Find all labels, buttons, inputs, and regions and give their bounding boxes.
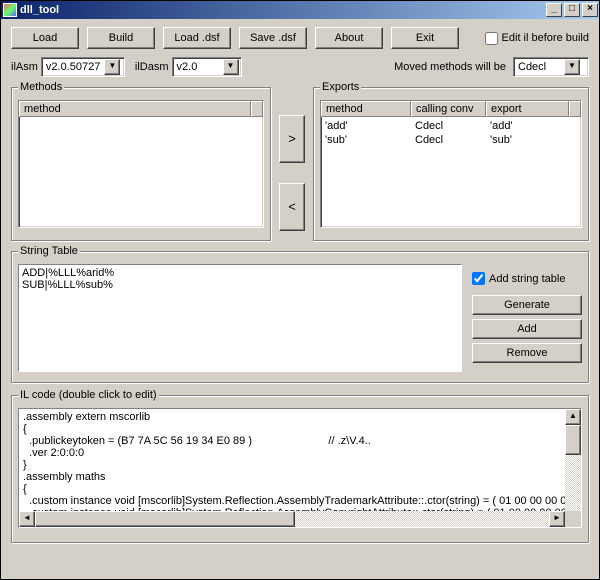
- add-string-table-checkbox[interactable]: Add string table: [472, 272, 582, 285]
- about-button[interactable]: About: [315, 27, 383, 49]
- save-dsf-button[interactable]: Save .dsf: [239, 27, 307, 49]
- moved-value: Cdecl: [514, 61, 564, 73]
- ildasm-combo[interactable]: v2.0 ▼: [172, 57, 242, 77]
- ilasm-value: v2.0.50727: [42, 61, 104, 73]
- methods-listview[interactable]: method: [18, 100, 264, 228]
- toolbar: Load Build Load .dsf Save .dsf About Exi…: [11, 27, 589, 49]
- il-code-group: IL code (double click to edit) .assembly…: [11, 395, 589, 543]
- app-icon: [3, 3, 17, 17]
- methods-col-method[interactable]: method: [19, 101, 251, 117]
- exports-col-cc[interactable]: calling conv: [411, 101, 486, 117]
- exports-body[interactable]: 'add' Cdecl 'add' 'sub' Cdecl 'sub': [321, 117, 581, 149]
- il-code-text[interactable]: .assembly extern mscorlib { .publickeyto…: [18, 408, 582, 528]
- string-table-group: String Table Add string table Generate A…: [11, 251, 589, 383]
- string-table-legend: String Table: [18, 245, 80, 257]
- scroll-thumb[interactable]: [35, 511, 295, 527]
- generate-button[interactable]: Generate: [472, 295, 582, 315]
- load-dsf-button[interactable]: Load .dsf: [163, 27, 231, 49]
- maximize-button[interactable]: □: [564, 3, 580, 17]
- vertical-scrollbar[interactable]: ▲ ▼: [565, 409, 581, 527]
- remove-button[interactable]: Remove: [472, 343, 582, 363]
- horizontal-scrollbar[interactable]: ◄ ►: [19, 511, 565, 527]
- moved-label: Moved methods will be: [394, 61, 506, 73]
- string-table-textarea[interactable]: [19, 265, 461, 371]
- methods-header: method: [19, 101, 263, 117]
- mid-area: Methods method > < Exports method: [11, 87, 589, 241]
- load-button[interactable]: Load: [11, 27, 79, 49]
- edit-il-checkbox[interactable]: Edit il before build: [485, 32, 589, 45]
- edit-il-checkbox-input[interactable]: [485, 32, 498, 45]
- edit-il-label: Edit il before build: [502, 32, 589, 44]
- scroll-up-icon[interactable]: ▲: [565, 409, 581, 425]
- exports-col-spare[interactable]: [569, 101, 581, 117]
- table-row[interactable]: 'add' Cdecl 'add': [325, 119, 577, 133]
- ilasm-combo[interactable]: v2.0.50727 ▼: [41, 57, 125, 77]
- cell-cc: Cdecl: [415, 119, 490, 133]
- exit-button[interactable]: Exit: [391, 27, 459, 49]
- cell-method: 'add': [325, 119, 415, 133]
- minimize-button[interactable]: _: [546, 3, 562, 17]
- add-string-table-input[interactable]: [472, 272, 485, 285]
- exports-header: method calling conv export: [321, 101, 581, 117]
- il-code-content[interactable]: .assembly extern mscorlib { .publickeyto…: [19, 409, 565, 511]
- scroll-track[interactable]: [565, 455, 581, 511]
- methods-body[interactable]: [19, 117, 263, 121]
- exports-listview[interactable]: method calling conv export 'add' Cdecl '…: [320, 100, 582, 228]
- methods-col-spare[interactable]: [251, 101, 263, 117]
- chevron-down-icon[interactable]: ▼: [564, 59, 580, 75]
- chevron-down-icon[interactable]: ▼: [223, 59, 239, 75]
- scroll-left-icon[interactable]: ◄: [19, 511, 35, 527]
- ilasm-label: ilAsm: [11, 61, 38, 73]
- ildasm-value: v2.0: [173, 61, 223, 73]
- close-button[interactable]: ×: [582, 3, 598, 17]
- string-table-text[interactable]: [18, 264, 462, 372]
- cell-export: 'sub': [490, 133, 577, 147]
- table-row[interactable]: 'sub' Cdecl 'sub': [325, 133, 577, 147]
- scroll-corner: [565, 511, 581, 527]
- scroll-thumb[interactable]: [565, 425, 581, 455]
- methods-group: Methods method: [11, 87, 271, 241]
- ildasm-label: ilDasm: [135, 61, 169, 73]
- move-left-button[interactable]: <: [279, 183, 305, 231]
- transfer-buttons: > <: [279, 87, 305, 241]
- exports-col-export[interactable]: export: [486, 101, 569, 117]
- chevron-down-icon[interactable]: ▼: [104, 59, 120, 75]
- settings-row: ilAsm v2.0.50727 ▼ ilDasm v2.0 ▼ Moved m…: [11, 57, 589, 77]
- exports-group: Exports method calling conv export 'add'…: [313, 87, 589, 241]
- titlebar[interactable]: dll_tool _ □ ×: [1, 1, 599, 19]
- moved-combo[interactable]: Cdecl ▼: [513, 57, 589, 77]
- cell-method: 'sub': [325, 133, 415, 147]
- client-area: Load Build Load .dsf Save .dsf About Exi…: [1, 19, 599, 579]
- cell-export: 'add': [490, 119, 577, 133]
- scroll-track[interactable]: [295, 511, 549, 527]
- scroll-right-icon[interactable]: ►: [549, 511, 565, 527]
- app-window: dll_tool _ □ × Load Build Load .dsf Save…: [0, 0, 600, 580]
- move-right-button[interactable]: >: [279, 115, 305, 163]
- string-table-side: Add string table Generate Add Remove: [472, 264, 582, 374]
- add-button[interactable]: Add: [472, 319, 582, 339]
- exports-col-method[interactable]: method: [321, 101, 411, 117]
- methods-legend: Methods: [18, 81, 64, 93]
- add-string-table-label: Add string table: [489, 273, 565, 285]
- cell-cc: Cdecl: [415, 133, 490, 147]
- build-button[interactable]: Build: [87, 27, 155, 49]
- window-title: dll_tool: [20, 4, 545, 16]
- il-code-legend: IL code (double click to edit): [18, 389, 159, 401]
- exports-legend: Exports: [320, 81, 361, 93]
